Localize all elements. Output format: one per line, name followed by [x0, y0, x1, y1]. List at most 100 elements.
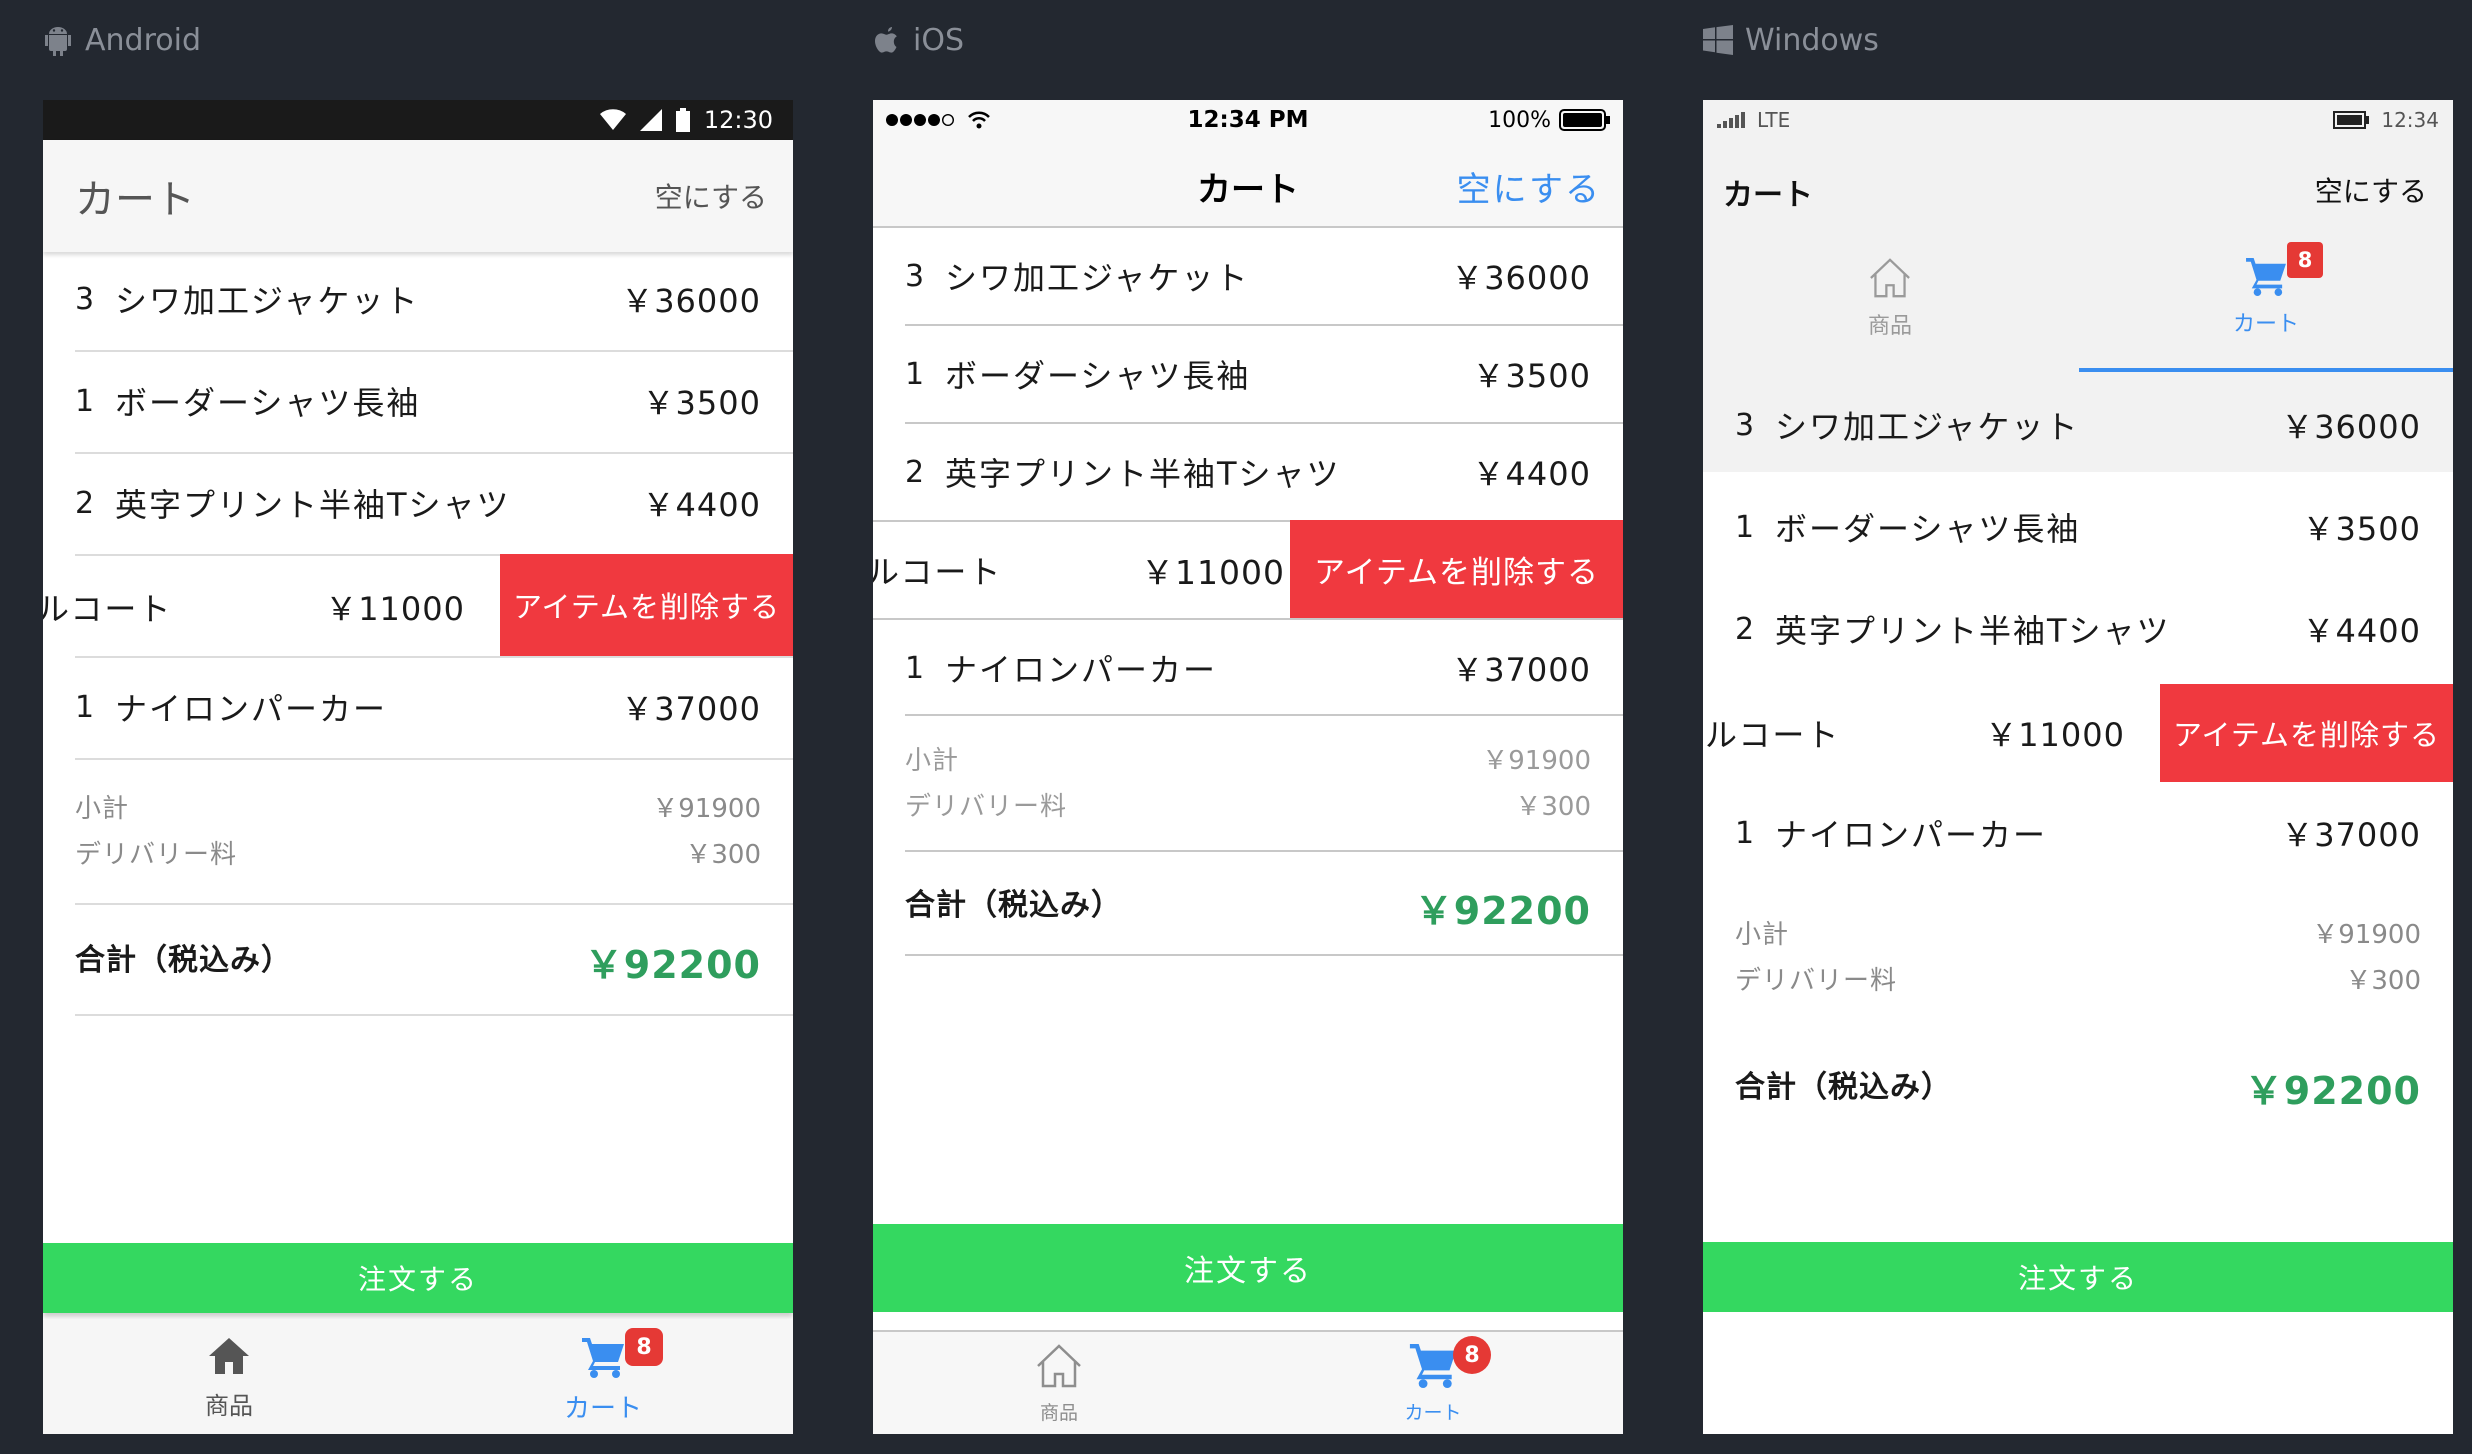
list-item[interactable]: 2 英字プリント半袖Tシャツ ￥4400: [1735, 578, 2421, 680]
windows-phone: LTE 12:34 カート 空にする 商品 カート 8 3 シワ加工ジャケット …: [1703, 100, 2453, 1434]
divider: [75, 903, 793, 905]
total-value: ￥92200: [1414, 889, 1591, 933]
total-value: ￥92200: [584, 943, 761, 987]
list-item[interactable]: 2 英字プリント半袖Tシャツ ￥4400: [905, 424, 1591, 520]
divider: [905, 714, 1623, 716]
signal-icon: [1717, 112, 1745, 128]
battery-icon: [675, 108, 690, 132]
cart-icon: [582, 1338, 624, 1378]
item-quantity: 1: [905, 650, 925, 686]
item-price: ￥3500: [2302, 510, 2421, 548]
item-price: ￥3500: [1472, 357, 1591, 395]
item-name: 英字プリント半袖Tシャツ: [1775, 612, 2171, 650]
list-item[interactable]: 1 ボーダーシャツ長袖 ￥3500: [905, 326, 1591, 422]
delivery-fee-label: デリバリー料: [905, 792, 1068, 822]
item-name: ボーダーシャツ長袖: [115, 384, 421, 422]
clear-cart-button[interactable]: 空にする: [655, 176, 767, 216]
list-item[interactable]: 3 シワ加工ジャケット ￥36000: [905, 228, 1591, 324]
item-price: ￥4400: [2302, 612, 2421, 650]
delete-item-button[interactable]: アイテムを削除する: [2160, 684, 2453, 782]
battery-icon: [2333, 111, 2370, 129]
apple-icon: [875, 27, 897, 53]
network-type: LTE: [1757, 108, 1791, 132]
tab-label: 商品: [1039, 1402, 1078, 1424]
clear-cart-button[interactable]: 空にする: [1457, 162, 1601, 211]
item-name: ボーダーシャツ長袖: [945, 357, 1251, 395]
item-quantity: 1: [1735, 509, 1755, 545]
item-price: ￥3500: [642, 384, 761, 422]
tab-cart[interactable]: カート: [2171, 258, 2361, 338]
item-quantity: 3: [1735, 407, 1755, 443]
status-bar: LTE 12:34: [1703, 100, 2453, 140]
android-platform-label: Android: [43, 18, 201, 62]
list-item[interactable]: 1 ナイロンパーカー ￥37000: [1735, 782, 2421, 884]
order-button[interactable]: 注文する: [43, 1243, 793, 1313]
status-bar: 12:34 PM 100%: [873, 100, 1623, 140]
ios-phone: 12:34 PM 100% カート 空にする 3 シワ加工ジャケット ￥3600…: [873, 100, 1623, 1434]
app-bar: カート 空にする: [43, 140, 793, 252]
list-item[interactable]: 1 ナイロンパーカー ￥37000: [75, 656, 761, 758]
item-quantity: 2: [75, 485, 95, 521]
order-button[interactable]: 注文する: [1703, 1242, 2453, 1312]
list-item[interactable]: 1 ナイロンパーカー ￥37000: [905, 620, 1591, 716]
android-icon: [45, 27, 71, 56]
list-item[interactable]: 1 ボーダーシャツ長袖 ￥3500: [75, 350, 761, 452]
item-name: シワ加工ジャケット: [115, 282, 420, 320]
list-item-swiped[interactable]: ルコート ￥11000: [873, 522, 1285, 618]
delete-item-button[interactable]: アイテムを削除する: [1290, 520, 1623, 618]
wifi-icon: [599, 109, 626, 130]
item-name: ルコート: [1705, 716, 1841, 754]
status-time: 12:30: [703, 106, 773, 134]
item-price: ￥4400: [642, 486, 761, 524]
home-outline-icon: [1870, 258, 1910, 298]
platform-name: iOS: [913, 22, 964, 58]
item-quantity: 1: [905, 356, 925, 392]
order-button[interactable]: 注文する: [873, 1224, 1623, 1312]
cart-badge: 8: [1453, 1336, 1491, 1374]
item-name: ルコート: [43, 590, 173, 628]
item-quantity: 1: [75, 689, 95, 725]
subtotal-label: 小計: [905, 746, 960, 776]
tab-label: 商品: [1867, 314, 1912, 339]
list-item[interactable]: 3 シワ加工ジャケット ￥36000: [75, 248, 761, 350]
item-name: ナイロンパーカー: [945, 651, 1218, 689]
list-item[interactable]: 1 ボーダーシャツ長袖 ￥3500: [1735, 476, 2421, 578]
active-tab-indicator: [2079, 368, 2453, 372]
divider: [75, 1014, 793, 1016]
windows-platform-label: Windows: [1703, 18, 1879, 62]
list-item[interactable]: 3 シワ加工ジャケット ￥36000: [1735, 374, 2421, 476]
item-price: ￥11000: [1985, 716, 2125, 754]
list-item-swiped[interactable]: ルコート ￥11000: [1703, 682, 2133, 784]
divider: [75, 758, 793, 760]
total-label: 合計（税込み）: [75, 943, 292, 978]
tab-label: カート: [2232, 312, 2299, 337]
platform-name: Android: [85, 22, 201, 58]
item-name: ナイロンパーカー: [115, 690, 388, 728]
page-title: カート: [75, 177, 195, 223]
list-item-swiped[interactable]: ルコート ￥11000: [43, 556, 473, 658]
list-item[interactable]: 2 英字プリント半袖Tシャツ ￥4400: [75, 452, 761, 554]
tab-products[interactable]: 商品: [143, 1338, 315, 1421]
clear-cart-button[interactable]: 空にする: [2315, 170, 2427, 210]
tab-label: カート: [563, 1394, 642, 1424]
tab-products[interactable]: 商品: [973, 1344, 1145, 1425]
tab-cart[interactable]: カート: [1347, 1344, 1519, 1425]
tab-cart[interactable]: カート: [517, 1338, 689, 1425]
cart-icon: [2246, 258, 2286, 296]
item-price: ￥37000: [2281, 816, 2421, 854]
item-price: ￥36000: [2281, 408, 2421, 446]
tab-products[interactable]: 商品: [1795, 258, 1985, 340]
status-bar: 12:30: [43, 100, 793, 140]
page-title: カート: [1723, 178, 1813, 213]
home-outline-icon: [1037, 1344, 1081, 1388]
item-quantity: 3: [905, 258, 925, 294]
delivery-fee-value: ￥300: [2345, 966, 2421, 996]
home-icon: [209, 1338, 249, 1374]
delete-item-button[interactable]: アイテムを削除する: [500, 554, 793, 656]
item-price: ￥37000: [621, 690, 761, 728]
divider: [905, 954, 1623, 956]
item-name: ボーダーシャツ長袖: [1775, 510, 2081, 548]
divider: [905, 850, 1623, 852]
item-name: ルコート: [873, 553, 1003, 591]
item-quantity: 2: [905, 454, 925, 490]
